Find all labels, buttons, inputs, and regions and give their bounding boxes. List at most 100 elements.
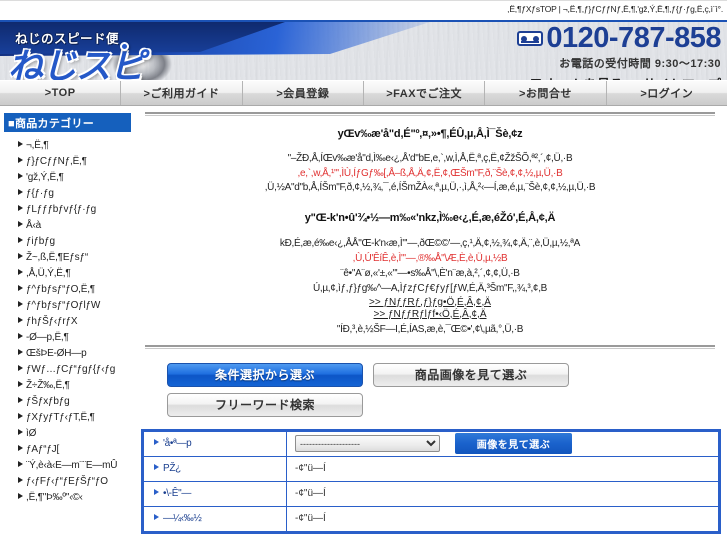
triangle-icon [18,445,23,451]
nav-item-login[interactable]: >ログイン [606,81,727,105]
sidebar-item-5[interactable]: Å‹à [18,218,135,234]
sidebar-item-8[interactable]: ,Å,Ü,Ý,Ë,¶ [18,266,135,282]
row-label-cell-0[interactable]: 'å•ª—p [143,430,287,457]
sidebar-item-21[interactable]: ƒ‹ƒFƒ‹ƒ“ƒEƒŠƒ“ƒO [18,474,135,490]
triangle-icon [18,189,23,195]
section-line1: kÐ,É,æ,é‰e‹¿,ÅÅ"Œ-k'n‹æ,Ì"'—,ðŒ©©'—,ç,¹,… [279,237,581,249]
triangle-icon [18,205,23,211]
section-body: kÐ,É,æ,é‰e‹¿,ÅÅ"Œ-k'n‹æ,Ì"'—,ðŒ©©'—,ç,¹,… [139,236,721,296]
notice-title: yŒv‰æ'å"d,É"º,¤,»•¶,ÉÛ,µ,Å,Ì¯Šè,¢z [337,128,523,140]
view-images-button[interactable]: 画像を見て選ぶ [454,433,573,454]
phone-number: 0120-787-858 [546,22,721,54]
sidebar-item-17[interactable]: ƒXƒyƒTƒ‹ƒT,Ë,¶ [18,410,135,426]
main-navigation: >TOP >ご利用ガイド >会員登録 >FAXでご注文 >お問合せ >ログイン [0,80,727,106]
tab-image-search[interactable]: 商品画像を見て選ぶ [373,362,569,387]
sidebar-item-label: ƒiƒbƒg [26,236,55,247]
sidebar-item-label: Ž~,ß,Ë,¶Eƒsƒ“ [26,252,88,263]
tab-condition-search[interactable]: 条件選択から選ぶ [167,362,363,387]
row-label-cell-1[interactable]: PŽ¿ [143,455,287,482]
view-cart-label: カートを見る [545,77,623,80]
row-label: —¼‹‰½ [163,513,202,524]
triangle-icon [18,317,23,323]
page-body: ■商品カテゴリー ¬,Ë,¶ ƒ}ƒCƒƒNƒ,Ë,¶ 'gž,Ý,Ë,¶ ƒ{… [0,106,727,534]
section-title: y"Œ-k'n•û'¾•½—m‰«'nkz,Ì‰e‹¿,É,æ,éŽó',É,Å… [304,211,556,224]
sitemap-link[interactable]: サイトマップ [631,74,721,80]
row-value-cell-1[interactable]: -¢"ü—Í [286,455,719,482]
sidebar-item-0[interactable]: ¬,Ë,¶ [18,138,135,154]
sidebar-item-18[interactable]: ìØ [18,426,135,442]
sidebar-item-label: ƒLƒƒƒbƒvƒ{ƒ·ƒg [26,204,97,215]
contact-block: 0120-787-858 お電話の受付時間 9:30〜17:30 カートを見る … [517,24,721,80]
category-select[interactable]: -------------------- [295,435,440,452]
sidebar-item-22[interactable]: ,Ë,¶"Þ‰º"‹©‹ [18,490,135,506]
table-row: PŽ¿ -¢"ü—Í [143,455,719,482]
sidebar-item-14[interactable]: ƒWƒ…ƒCƒ“ƒgƒ{ƒ‹ƒg [18,362,135,378]
row-value-cell-3[interactable]: -¢"ü—Í [286,505,719,532]
row-value-cell-2[interactable]: -¢"ü—Í [286,480,719,507]
sidebar-item-label: ìØ [26,428,37,439]
top-strip: ,Ë,¶ƒXƒsTOP | ¬,Ë,¶,ƒ}ƒCƒƒNƒ,Ë,¶,'gž,Ý,Ë… [0,0,727,20]
sidebar-item-2[interactable]: 'gž,Ý,Ë,¶ [18,170,135,186]
triangle-icon [18,477,23,483]
nav-item-contact[interactable]: >お問合せ [485,81,607,105]
row-label-cell-2[interactable]: •\-Ê"— [143,480,287,507]
sidebar-item-6[interactable]: ƒiƒbƒg [18,234,135,250]
sidebar-item-7[interactable]: Ž~,ß,Ë,¶Eƒsƒ“ [18,250,135,266]
sidebar-item-13[interactable]: ŒšÞE-ØH—p [18,346,135,362]
sidebar-item-3[interactable]: ƒ{ƒ·ƒg [18,186,135,202]
row-value-cell-0: -------------------- 画像を見て選ぶ [286,430,719,457]
triangle-icon [18,413,23,419]
sidebar-item-1[interactable]: ƒ}ƒCƒƒNƒ,Ë,¶ [18,154,135,170]
page-root: ,Ë,¶ƒXƒsTOP | ¬,Ë,¶,ƒ}ƒCƒƒNƒ,Ë,¶,'gž,Ý,Ë… [0,0,727,545]
triangle-icon [18,493,23,499]
cart-icon [530,79,543,80]
info-link-2[interactable]: >> ƒNƒƒRƒlƒf•‹Ö,É,Â,¢,Ä [373,309,486,320]
site-header: ねじのスピード便 ねじスピ 0120-787-858 お電話の受付時間 9:30… [0,20,727,80]
divider-bottom [145,344,715,349]
sidebar-item-label: -Ø—p,Ë,¶ [26,332,69,343]
triangle-icon [18,237,23,243]
info-link-1[interactable]: >> ƒNƒƒRƒ,ƒ}ƒg•Ö,É,Â,¢,Ä [369,297,491,308]
sidebar-item-label: Ž÷Ž‰,Ë,¶ [26,380,70,391]
sidebar-item-4[interactable]: ƒLƒƒƒbƒvƒ{ƒ·ƒg [18,202,135,218]
triangle-icon [18,141,23,147]
row-label: 'å•ª—p [163,438,192,449]
sidebar-heading: ■商品カテゴリー [4,113,131,132]
nav-item-fax-order[interactable]: >FAXでご注文 [363,81,486,105]
triangle-icon [18,333,23,339]
view-cart-link[interactable]: カートを見る [530,74,623,80]
triangle-icon [154,514,159,520]
info-link-1-row: >> ƒNƒƒRƒ,ƒ}ƒg•Ö,É,Â,¢,Ä [139,297,721,308]
sidebar-item-16[interactable]: ƒŠƒxƒbƒg [18,394,135,410]
sidebar-item-label: ,Å,Ü,Ý,Ë,¶ [26,268,71,279]
header-quick-links: カートを見る サイトマップ [517,74,721,80]
sidebar-item-11[interactable]: ƒhƒŠƒ‹ƒrƒX [18,314,135,330]
top-links[interactable]: ,Ë,¶ƒXƒsTOP | ¬,Ë,¶,ƒ}ƒCƒƒNƒ,Ë,¶,'gž,Ý,Ë… [507,4,723,14]
nav-item-guide[interactable]: >ご利用ガイド [121,81,243,105]
sidebar-item-15[interactable]: Ž÷Ž‰,Ë,¶ [18,378,135,394]
triangle-icon [18,461,23,467]
condition-search-panel: 'å•ª—p -------------------- 画像を見て選ぶ PŽ¿ [141,428,721,534]
notice-body-line1: "–ŽÐ,Å,ÍŒv‰æ'å"d,Ì‰e‹¿,Å'd"bE,e,`,w,Ì,Å,… [287,153,573,164]
sidebar-item-20[interactable]: ¨Ý,è‹à‹E—m¨¨E—mÛ [18,458,135,474]
triangle-icon [18,349,23,355]
sidebar-item-label: ƒ^ƒbƒsƒ“ƒO,Ë,¶ [26,284,95,295]
row-label-cell-3[interactable]: —¼‹‰½ [143,505,287,532]
triangle-icon [18,269,23,275]
notice-body-line3: ,Ü,½A"d"b,Å,ÍŠm"F,ð,¢,½,¾,¯,é,ÍŠmŽÀ«,ª,µ… [264,182,596,193]
sidebar-item-10[interactable]: ƒ^ƒbƒsƒ“ƒOƒlƒW [18,298,135,314]
sidebar-item-9[interactable]: ƒ^ƒbƒsƒ“ƒO,Ë,¶ [18,282,135,298]
sidebar-item-label: ŒšÞE-ØH—p [26,348,87,359]
tab-freeword-search[interactable]: フリーワード検索 [167,392,363,417]
row-label: PŽ¿ [163,463,181,474]
triangle-icon [18,253,23,259]
search-mode-tabs: 条件選択から選ぶ 商品画像を見て選ぶ [139,362,721,387]
triangle-icon [18,157,23,163]
sidebar-item-label: ƒŠƒxƒbƒg [26,396,70,407]
triangle-icon [154,439,159,445]
nav-item-register[interactable]: >会員登録 [242,81,364,105]
sidebar-item-19[interactable]: ƒAƒ“ƒJ[ [18,442,135,458]
sidebar-item-12[interactable]: -Ø—p,Ë,¶ [18,330,135,346]
nav-item-top[interactable]: >TOP [0,81,122,105]
sitemap-label: サイトマップ [643,77,721,80]
